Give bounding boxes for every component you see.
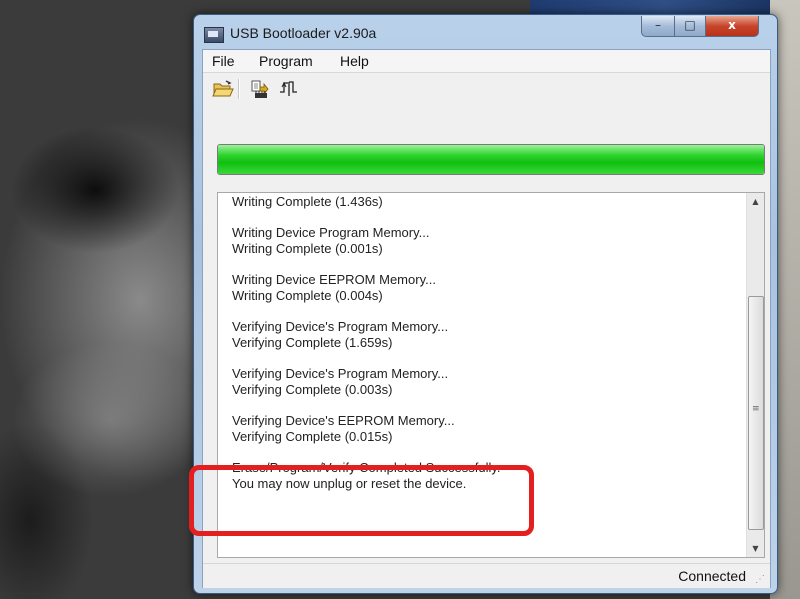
- log-entry: Verifying Device's Program Memory... Veri…: [232, 319, 742, 351]
- background-window-edge: [530, 0, 800, 14]
- window-title: USB Bootloader v2.90a: [230, 25, 377, 41]
- log-line: Verifying Device's Program Memory...: [232, 319, 449, 334]
- scroll-thumb[interactable]: ≡: [748, 296, 764, 530]
- vertical-scrollbar[interactable]: ▲ ≡ ▼: [746, 193, 764, 557]
- log-entry: Verifying Device's EEPROM Memory... Verif…: [232, 413, 742, 445]
- log-line: Writing Complete (0.001s): [232, 241, 383, 256]
- reset-device-icon[interactable]: [277, 78, 299, 100]
- progress-bar: [217, 144, 765, 175]
- menu-help[interactable]: Help: [340, 53, 369, 69]
- title-bar[interactable]: USB Bootloader v2.90a – □ x: [194, 15, 777, 49]
- log-line: Verifying Complete (1.659s): [232, 335, 393, 350]
- app-icon: [204, 27, 224, 43]
- close-button[interactable]: x: [705, 16, 759, 37]
- maximize-button[interactable]: □: [674, 16, 706, 37]
- log-lines: Writing Complete (1.436s) Writing Device …: [232, 194, 742, 507]
- log-entry: Writing Device Program Memory... Writing …: [232, 225, 742, 257]
- menu-program[interactable]: Program: [259, 53, 313, 69]
- write-device-icon[interactable]: [249, 78, 271, 100]
- menu-bar: File Program Help: [203, 50, 770, 73]
- log-line: Writing Complete (0.004s): [232, 288, 383, 303]
- log-line: Verifying Device's Program Memory...: [232, 366, 449, 381]
- log-entry: Verifying Device's Program Memory... Veri…: [232, 366, 742, 398]
- minimize-button[interactable]: –: [641, 16, 675, 37]
- success-highlight-annotation: [189, 465, 534, 536]
- log-line: Writing Device Program Memory...: [232, 225, 430, 240]
- status-bar: Connected ⋰: [203, 563, 770, 588]
- log-line: Verifying Device's EEPROM Memory...: [232, 413, 455, 428]
- log-line: Writing Device EEPROM Memory...: [232, 272, 436, 287]
- connection-status: Connected: [678, 568, 746, 584]
- scroll-down-button[interactable]: ▼: [747, 540, 764, 557]
- toolbar: [203, 74, 770, 104]
- log-entry: Writing Device EEPROM Memory... Writing C…: [232, 272, 742, 304]
- scroll-up-button[interactable]: ▲: [747, 193, 764, 210]
- toolbar-separator: [238, 79, 240, 99]
- log-entry: Writing Complete (1.436s): [232, 194, 742, 210]
- log-line: Verifying Complete (0.003s): [232, 382, 393, 397]
- log-line: Verifying Complete (0.015s): [232, 429, 393, 444]
- open-file-icon[interactable]: [212, 78, 234, 100]
- menu-file[interactable]: File: [212, 53, 235, 69]
- resize-grip-icon[interactable]: ⋰: [755, 574, 767, 586]
- progress-bar-fill: [218, 145, 764, 174]
- scroll-grip-icon: ≡: [752, 404, 760, 414]
- log-line: Writing Complete (1.436s): [232, 194, 383, 209]
